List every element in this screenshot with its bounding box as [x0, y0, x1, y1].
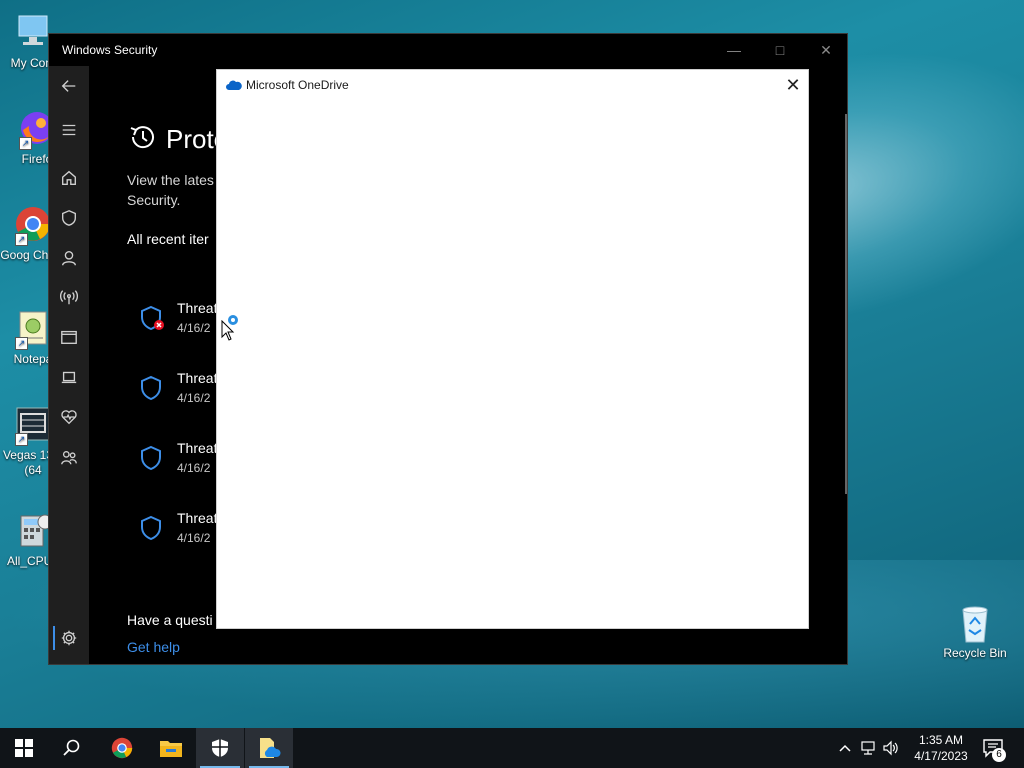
onedrive-folder-icon [260, 738, 281, 758]
busy-spinner-icon [228, 315, 238, 325]
notepad-icon: ↗ [13, 308, 53, 350]
shortcut-arrow-icon: ↗ [15, 337, 28, 350]
threat-date: 4/16/2 [177, 391, 211, 405]
chrome-icon: ↗ [13, 204, 53, 246]
network-icon[interactable] [860, 740, 876, 756]
start-button[interactable] [0, 728, 48, 768]
hamburger-icon [62, 124, 76, 136]
taskbar-chrome[interactable] [98, 728, 146, 768]
computer-icon [13, 12, 53, 52]
shortcut-arrow-icon: ↗ [15, 233, 28, 246]
back-button[interactable] [49, 71, 89, 101]
shortcut-arrow-icon: ↗ [15, 433, 28, 446]
chrome-icon [111, 737, 133, 759]
shield-icon [141, 445, 161, 471]
maximize-button[interactable]: □ [757, 34, 803, 66]
threat-date: 4/16/2 [177, 321, 211, 335]
shield-icon [212, 739, 228, 757]
nav-device-performance[interactable] [49, 402, 89, 432]
nav-settings[interactable] [49, 623, 89, 653]
chevron-up-icon[interactable] [838, 741, 852, 755]
filter-label[interactable]: All recent iter [127, 231, 209, 247]
taskbar-windows-security[interactable] [196, 728, 244, 768]
desktop-icon-recycle-bin[interactable]: Recycle Bin [940, 602, 1010, 661]
nav-account-protection[interactable] [49, 243, 89, 273]
menu-button[interactable] [49, 115, 89, 145]
wireless-icon [60, 290, 78, 305]
navigation-rail [49, 66, 89, 664]
nav-family-options[interactable] [49, 443, 89, 473]
onedrive-cloud-icon [226, 80, 242, 90]
gear-icon [61, 630, 77, 646]
taskbar-onedrive[interactable] [245, 728, 293, 768]
shield-error-icon [141, 305, 164, 331]
windows-logo-icon [15, 739, 33, 757]
nav-home[interactable] [49, 163, 89, 193]
vegas-icon: ↗ [13, 404, 53, 446]
browser-window-icon [61, 330, 77, 344]
speaker-icon[interactable] [882, 740, 898, 756]
back-arrow-icon [61, 80, 76, 92]
recycle-bin-icon [955, 602, 995, 643]
desktop-icon-label: Recycle Bin [943, 646, 1007, 660]
clock-time: 1:35 AM [918, 733, 964, 747]
help-question: Have a questi [127, 612, 213, 628]
search-icon [63, 739, 80, 756]
laptop-icon [61, 371, 77, 384]
family-icon [61, 451, 77, 465]
scrollbar[interactable] [845, 114, 847, 494]
threat-title: Threat [177, 370, 218, 386]
clock-date: 4/17/2023 [914, 749, 968, 763]
taskbar: 1:35 AM 4/17/2023 6 [0, 728, 1024, 768]
nav-app-browser-control[interactable] [49, 322, 89, 352]
get-help-link[interactable]: Get help [127, 639, 180, 655]
system-tray [838, 728, 898, 768]
active-indicator [53, 626, 55, 650]
window-title: Windows Security [62, 43, 158, 57]
home-icon [62, 170, 76, 185]
threat-title: Threat [177, 510, 218, 526]
shortcut-arrow-icon: ↗ [19, 137, 32, 150]
search-button[interactable] [48, 728, 96, 768]
calculator-icon [13, 510, 53, 550]
person-icon [62, 251, 76, 266]
system-clock[interactable]: 1:35 AM 4/17/2023 [906, 732, 976, 764]
dialog-title: Microsoft OneDrive [246, 78, 349, 92]
nav-firewall-network[interactable] [49, 282, 89, 312]
folder-icon [160, 741, 182, 757]
history-icon [130, 126, 154, 149]
threat-date: 4/16/2 [177, 461, 211, 475]
nav-device-security[interactable] [49, 362, 89, 392]
threat-date: 4/16/2 [177, 531, 211, 545]
shield-icon [62, 210, 76, 226]
shield-icon [141, 515, 161, 541]
page-description: View the lates Security. [127, 172, 214, 208]
minimize-button[interactable]: — [711, 34, 757, 66]
nav-virus-protection[interactable] [49, 203, 89, 233]
threat-title: Threat [177, 440, 218, 456]
taskbar-file-explorer[interactable] [147, 728, 195, 768]
shield-icon [141, 375, 161, 401]
heart-pulse-icon [61, 410, 77, 425]
onedrive-dialog[interactable]: Microsoft OneDrive ✕ [217, 70, 808, 628]
notification-count-badge: 6 [992, 748, 1006, 762]
close-button[interactable]: ✕ [803, 34, 849, 66]
dialog-close-button[interactable]: ✕ [783, 75, 803, 95]
title-bar[interactable]: Windows Security — □ ✕ [49, 34, 847, 66]
threat-title: Threat [177, 300, 218, 316]
